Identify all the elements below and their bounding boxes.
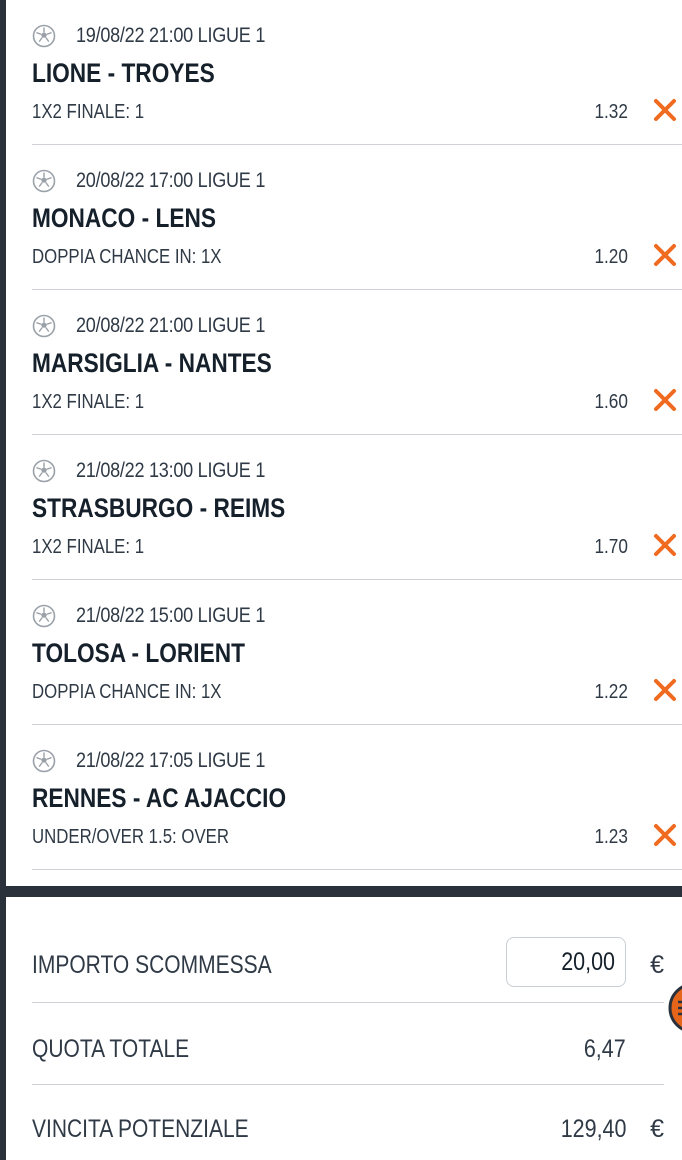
event-meta: 21/08/22 15:00 LIGUE 1 xyxy=(32,602,296,630)
potential-win-label: VINCITA POTENZIALE xyxy=(32,1115,249,1143)
event-market-selection: 1X2 FINALE: 1 xyxy=(32,101,145,123)
event-match-name: LIONE - TROYES xyxy=(32,58,215,88)
total-odds-label: QUOTA TOTALE xyxy=(32,1035,190,1063)
bet-item: 21/08/22 15:00 LIGUE 1 TOLOSA - LORIENT … xyxy=(32,580,682,725)
total-odds-row: QUOTA TOTALE 6,47 xyxy=(32,1003,664,1085)
soccer-ball-icon xyxy=(32,169,56,193)
close-icon[interactable] xyxy=(652,97,678,123)
event-market-selection: 1X2 FINALE: 1 xyxy=(32,391,145,413)
soccer-ball-icon xyxy=(32,604,56,628)
event-market-selection: 1X2 FINALE: 1 xyxy=(32,536,145,558)
event-match-name: TOLOSA - LORIENT xyxy=(32,638,245,668)
event-match-name: MARSIGLIA - NANTES xyxy=(32,348,272,378)
event-odd: 1.60 xyxy=(594,391,628,413)
bet-item: 21/08/22 13:00 LIGUE 1 STRASBURGO - REIM… xyxy=(32,435,682,580)
betslip-summary: IMPORTO SCOMMESSA € QUOTA TOTALE 6,47 VI… xyxy=(6,897,682,1160)
event-datetime-league: 20/08/22 21:00 LIGUE 1 xyxy=(76,314,266,337)
event-datetime-league: 21/08/22 15:00 LIGUE 1 xyxy=(76,604,266,627)
event-datetime-league: 20/08/22 17:00 LIGUE 1 xyxy=(76,169,266,192)
potential-win-row: VINCITA POTENZIALE 129,40 € xyxy=(32,1085,664,1160)
stake-input[interactable] xyxy=(529,948,615,977)
close-icon[interactable] xyxy=(652,532,678,558)
soccer-ball-icon xyxy=(32,314,56,338)
event-market-selection: DOPPIA CHANCE IN: 1X xyxy=(32,681,222,703)
bet-item: 20/08/22 17:00 LIGUE 1 MONACO - LENS DOP… xyxy=(32,145,682,290)
event-datetime-league: 21/08/22 17:05 LIGUE 1 xyxy=(76,749,266,772)
event-meta: 19/08/22 21:00 LIGUE 1 xyxy=(32,22,296,50)
floating-action-icon[interactable] xyxy=(668,982,682,1034)
close-icon[interactable] xyxy=(652,387,678,413)
soccer-ball-icon xyxy=(32,459,56,483)
event-odd: 1.32 xyxy=(594,101,628,123)
betslip-events-list: 19/08/22 21:00 LIGUE 1 LIONE - TROYES 1X… xyxy=(6,0,682,886)
event-meta: 20/08/22 17:00 LIGUE 1 xyxy=(32,167,296,195)
event-odd: 1.20 xyxy=(594,246,628,268)
total-odds-value: 6,47 xyxy=(584,1035,626,1063)
event-datetime-league: 21/08/22 13:00 LIGUE 1 xyxy=(76,459,266,482)
event-odd: 1.70 xyxy=(594,536,628,558)
bet-item: 20/08/22 21:00 LIGUE 1 MARSIGLIA - NANTE… xyxy=(32,290,682,435)
potential-win-currency: € xyxy=(650,1115,664,1143)
event-market-selection: DOPPIA CHANCE IN: 1X xyxy=(32,246,222,268)
close-icon[interactable] xyxy=(652,822,678,848)
bet-item: 19/08/22 21:00 LIGUE 1 LIONE - TROYES 1X… xyxy=(32,0,682,145)
stake-input-box[interactable] xyxy=(506,937,626,987)
event-odd: 1.23 xyxy=(594,826,628,848)
event-match-name: MONACO - LENS xyxy=(32,203,216,233)
event-datetime-league: 19/08/22 21:00 LIGUE 1 xyxy=(76,24,266,47)
bet-item: 21/08/22 17:05 LIGUE 1 RENNES - AC AJACC… xyxy=(32,725,682,870)
soccer-ball-icon xyxy=(32,749,56,773)
event-match-name: STRASBURGO - REIMS xyxy=(32,493,286,523)
close-icon[interactable] xyxy=(652,242,678,268)
stake-row: IMPORTO SCOMMESSA € xyxy=(32,897,664,1003)
event-match-name: RENNES - AC AJACCIO xyxy=(32,783,287,813)
event-meta: 20/08/22 21:00 LIGUE 1 xyxy=(32,312,296,340)
event-market-selection: UNDER/OVER 1.5: OVER xyxy=(32,826,229,848)
stake-label: IMPORTO SCOMMESSA xyxy=(32,951,272,979)
stake-currency: € xyxy=(650,951,664,979)
event-meta: 21/08/22 13:00 LIGUE 1 xyxy=(32,457,296,485)
event-meta: 21/08/22 17:05 LIGUE 1 xyxy=(32,747,296,775)
section-divider xyxy=(0,886,682,897)
soccer-ball-icon xyxy=(32,24,56,48)
potential-win-value: 129,40 xyxy=(560,1115,626,1143)
event-odd: 1.22 xyxy=(594,681,628,703)
close-icon[interactable] xyxy=(652,677,678,703)
